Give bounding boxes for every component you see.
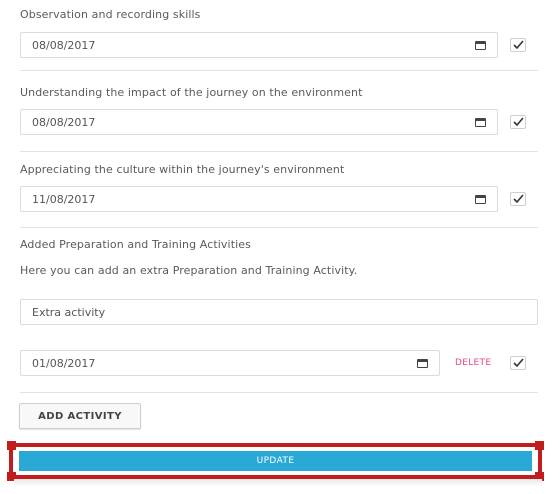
update-button[interactable]: UPDATE: [19, 451, 532, 471]
checkmark-icon: [513, 358, 524, 368]
checkmark-icon: [513, 117, 524, 127]
divider: [20, 151, 538, 152]
section-3-label: Appreciating the culture within the jour…: [20, 163, 345, 176]
section-2-date-field[interactable]: 08/08/2017: [20, 109, 498, 135]
checkmark-icon: [513, 40, 524, 50]
calendar-icon[interactable]: [475, 41, 486, 50]
activity-name-input[interactable]: Extra activity: [20, 299, 538, 325]
activity-checkbox[interactable]: [510, 356, 526, 370]
section-3-date-field[interactable]: 11/08/2017: [20, 186, 498, 212]
section-2-date-value: 08/08/2017: [32, 116, 96, 129]
activities-form: Observation and recording skills 08/08/2…: [0, 0, 560, 494]
calendar-icon[interactable]: [417, 359, 428, 368]
activity-date-field[interactable]: 01/08/2017: [20, 350, 440, 376]
added-activities-help-text: Here you can add an extra Preparation an…: [20, 264, 358, 277]
section-2-checkbox[interactable]: [510, 115, 526, 129]
add-activity-button[interactable]: ADD ACTIVITY: [19, 403, 141, 429]
section-3-checkbox[interactable]: [510, 192, 526, 206]
calendar-icon[interactable]: [475, 118, 486, 127]
panel-shadow: [14, 479, 542, 487]
delete-activity-link[interactable]: DELETE: [455, 358, 491, 368]
section-1-date-field[interactable]: 08/08/2017: [20, 32, 498, 58]
section-3-date-value: 11/08/2017: [32, 193, 96, 206]
added-activities-heading: Added Preparation and Training Activitie…: [20, 238, 251, 251]
activity-date-value: 01/08/2017: [32, 357, 96, 370]
section-1-label: Observation and recording skills: [20, 8, 201, 21]
divider: [20, 70, 538, 71]
highlight-corner: [535, 441, 544, 450]
section-1-date-value: 08/08/2017: [32, 39, 96, 52]
divider: [20, 392, 538, 393]
divider: [20, 227, 538, 228]
section-2-label: Understanding the impact of the journey …: [20, 86, 363, 99]
calendar-icon[interactable]: [475, 195, 486, 204]
update-button-highlight: UPDATE: [9, 443, 542, 479]
highlight-corner: [7, 441, 16, 450]
checkmark-icon: [513, 194, 524, 204]
section-1-checkbox[interactable]: [510, 38, 526, 52]
activity-name-value: Extra activity: [32, 306, 106, 319]
